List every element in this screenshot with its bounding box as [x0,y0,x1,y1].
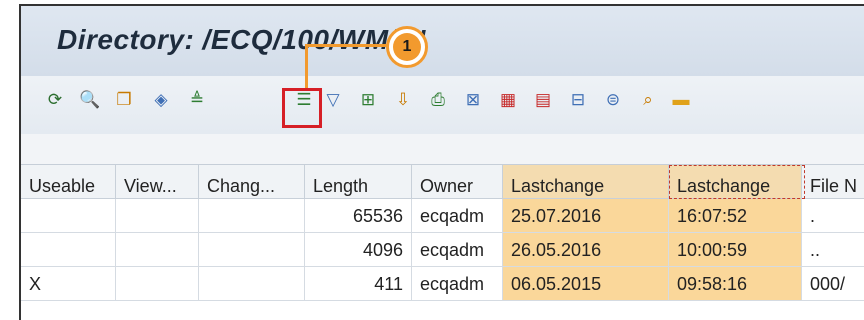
table-cell[interactable] [116,267,199,301]
table-cell[interactable]: 09:58:16 [669,267,802,301]
table-cell[interactable]: . [802,199,864,233]
table-cell[interactable]: ecqadm [412,199,503,233]
table-cell[interactable]: 10:00:59 [669,233,802,267]
table-cell[interactable] [116,233,199,267]
abc-analysis-icon[interactable]: ⌕ [637,88,659,110]
table-cell[interactable]: 411 [305,267,412,301]
folder-icon[interactable]: ▬ [670,88,692,110]
filter-icon[interactable]: ▽ [322,88,344,110]
table-cell[interactable]: ecqadm [412,233,503,267]
sort-ascending-icon[interactable]: ≜ [186,88,208,110]
file-list-grid: Useable View... Chang... Length Owner Lastcha… [21,164,864,320]
spreadsheet-icon[interactable]: ▦ [497,88,519,110]
table-cell[interactable]: X [21,267,116,301]
subtotal-icon[interactable]: ⇩ [392,88,414,110]
highlighted-sort-descending-button [282,88,322,128]
sap-window: Directory: /ECQ/100/WM/IN Useable View...… [19,4,864,320]
step-number: 1 [393,33,421,61]
table-cell[interactable]: 65536 [305,199,412,233]
export-icon[interactable]: ⊠ [462,88,484,110]
print-icon[interactable]: ⎙ [427,88,449,110]
callout-line-vertical [305,44,308,88]
table-cell[interactable]: .. [802,233,864,267]
refresh-icon[interactable]: ⟳ [44,88,66,110]
toolbar-spacer [21,134,864,164]
table-cell[interactable]: 000/ [802,267,864,301]
title-bar: Directory: /ECQ/100/WM/IN [21,6,864,76]
column-header-useable[interactable]: Useable [21,165,116,199]
callout-line-horizontal [305,44,389,47]
window-title: Directory: /ECQ/100/WM/IN [57,24,426,55]
column-header-length[interactable]: Length [305,165,412,199]
find-icon[interactable]: 🔍 [79,88,101,110]
table-cell[interactable]: 26.05.2016 [503,233,669,267]
column-header-owner[interactable]: Owner [412,165,503,199]
total-icon[interactable]: ⊞ [357,88,379,110]
table-cell[interactable]: ecqadm [412,267,503,301]
send-icon[interactable]: ⊜ [602,88,624,110]
selected-column-marker [669,165,805,199]
table-cell[interactable] [116,199,199,233]
table-cell[interactable] [21,199,116,233]
column-header-lastchange[interactable]: Lastchange [503,165,669,199]
table-cell[interactable] [199,233,305,267]
table-cell[interactable] [199,267,305,301]
table-cell[interactable]: 06.05.2015 [503,267,669,301]
step-callout: 1 [386,26,428,68]
table-cell[interactable] [199,199,305,233]
table-cell[interactable] [21,233,116,267]
table-cell[interactable]: 25.07.2016 [503,199,669,233]
word-processing-icon[interactable]: ▤ [532,88,554,110]
copy-icon[interactable]: ❐ [113,88,135,110]
layout-icon[interactable]: ◈ [150,88,172,110]
column-header-filen[interactable]: File N [802,165,864,199]
table-cell[interactable]: 16:07:52 [669,199,802,233]
table-cell[interactable]: 4096 [305,233,412,267]
column-header-view[interactable]: View... [116,165,199,199]
local-file-icon[interactable]: ⊟ [567,88,589,110]
column-header-chang[interactable]: Chang... [199,165,305,199]
